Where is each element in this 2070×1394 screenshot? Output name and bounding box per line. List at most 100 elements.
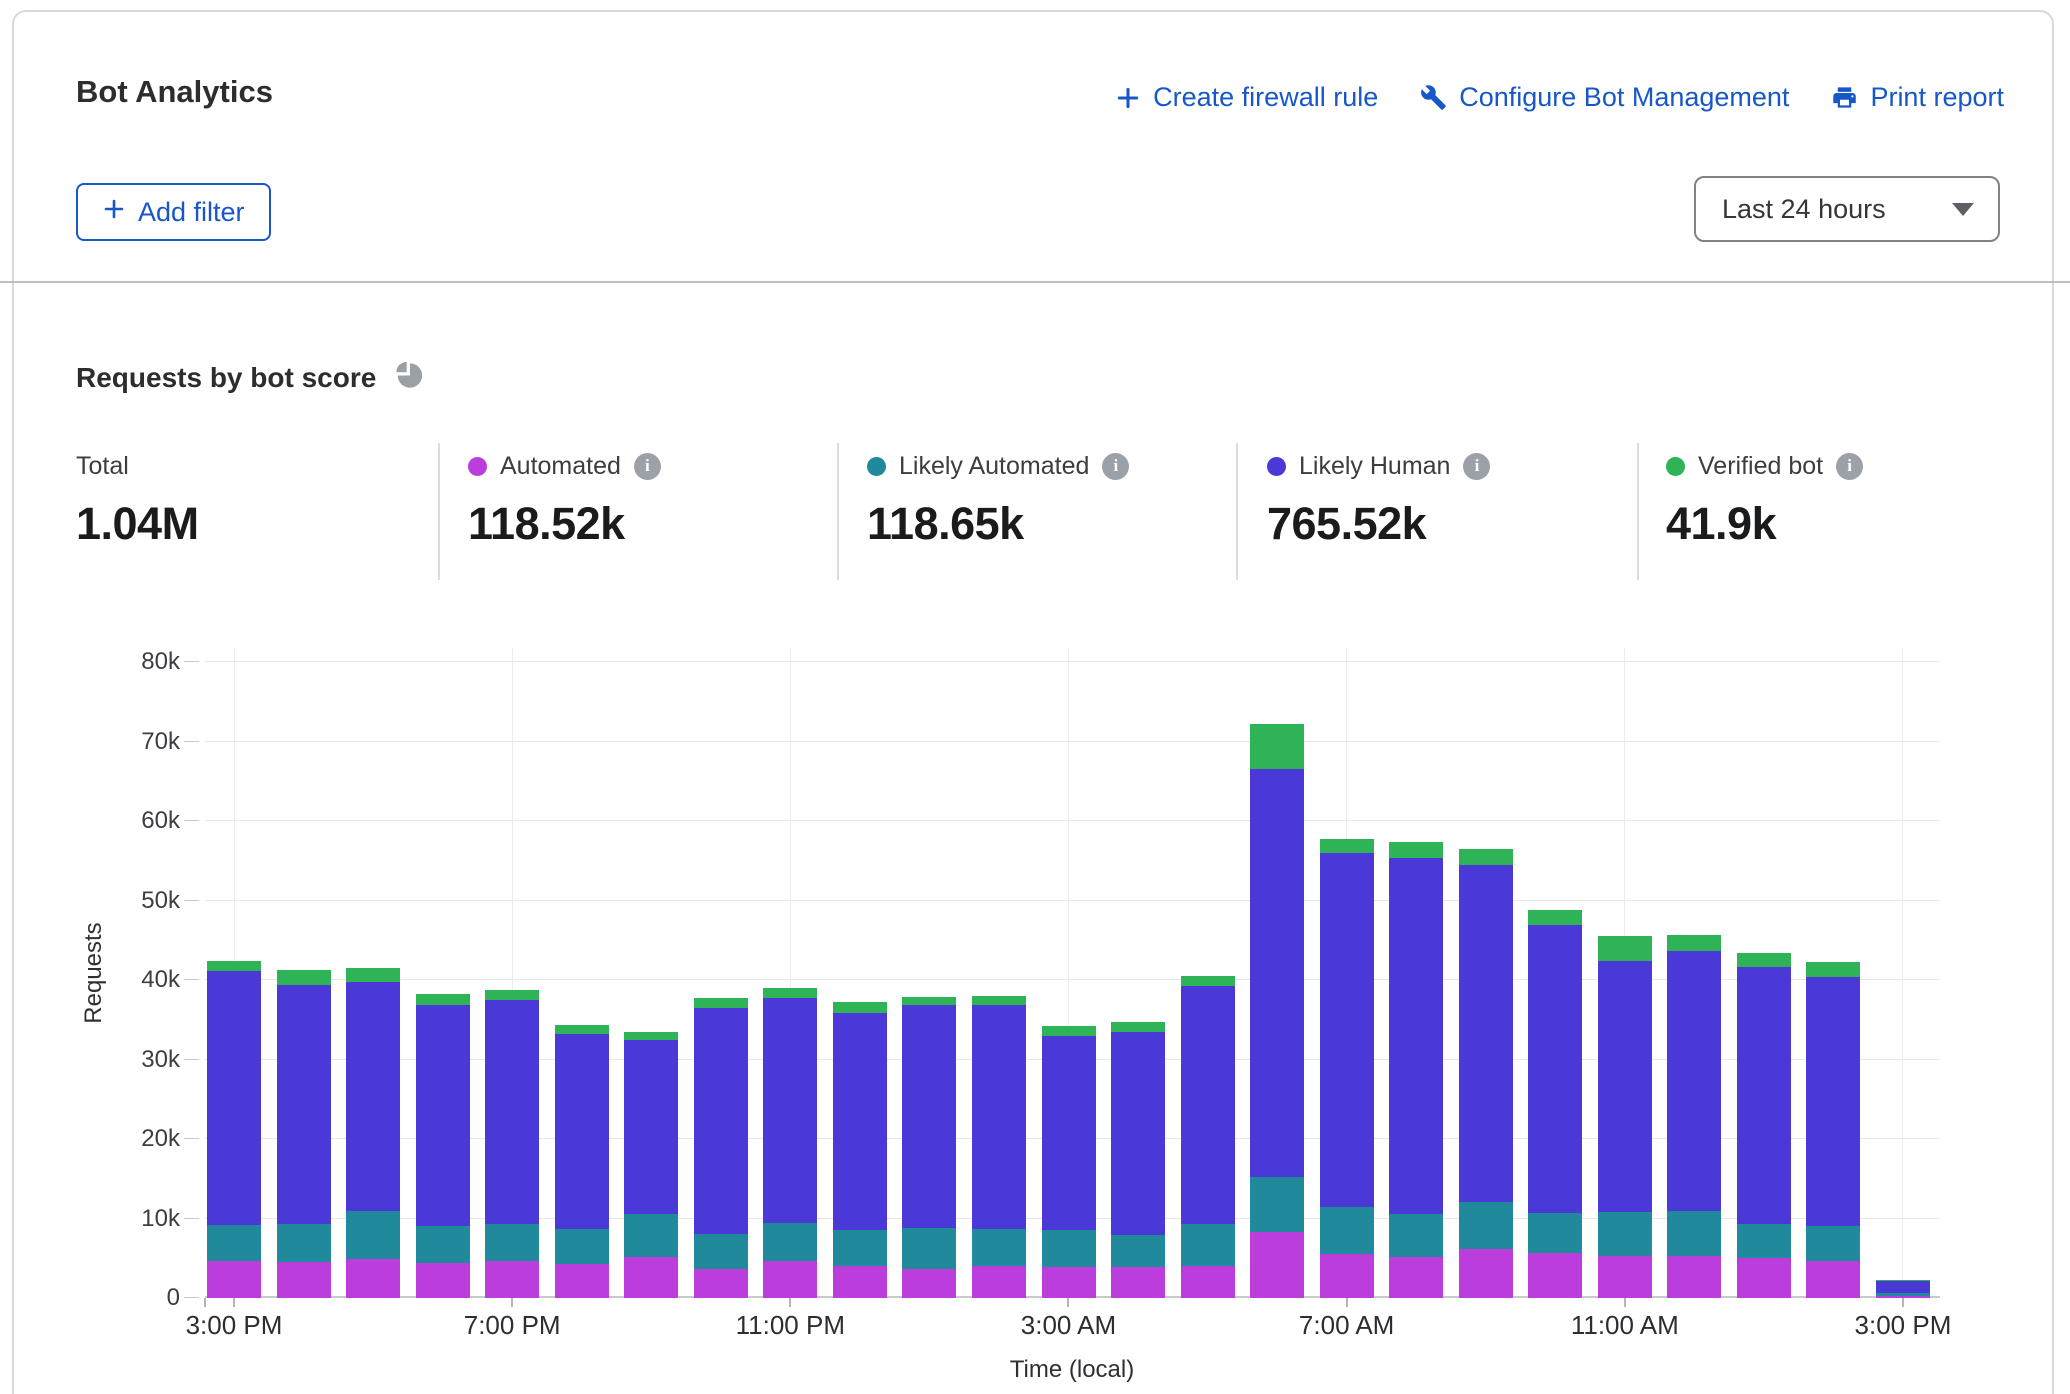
bar-segment-likely-automated[interactable] <box>1876 1293 1930 1296</box>
bar-segment-verified-bot[interactable] <box>1598 936 1652 961</box>
bar-segment-likely-human[interactable] <box>207 971 261 1225</box>
bar-segment-likely-automated[interactable] <box>555 1229 609 1264</box>
bar-segment-verified-bot[interactable] <box>346 968 400 982</box>
bar-stack-8-00-pm[interactable] <box>555 648 609 1298</box>
bar-stack-10-00-am[interactable] <box>1528 648 1582 1298</box>
bar-segment-likely-human[interactable] <box>555 1034 609 1229</box>
bar-stack-5-00-pm[interactable] <box>346 648 400 1298</box>
bar-stack-2-00-am[interactable] <box>972 648 1026 1298</box>
bar-segment-likely-human[interactable] <box>1876 1281 1930 1294</box>
bar-segment-likely-automated[interactable] <box>1389 1214 1443 1257</box>
bar-segment-likely-automated[interactable] <box>1737 1224 1791 1258</box>
configure-bot-management-link[interactable]: Configure Bot Management <box>1420 82 1789 113</box>
bar-segment-verified-bot[interactable] <box>1737 953 1791 967</box>
bar-segment-verified-bot[interactable] <box>972 996 1026 1005</box>
bar-segment-likely-automated[interactable] <box>1250 1177 1304 1232</box>
bar-segment-likely-human[interactable] <box>833 1013 887 1230</box>
bar-stack-9-00-am[interactable] <box>1459 648 1513 1298</box>
bar-segment-automated[interactable] <box>485 1261 539 1298</box>
info-icon[interactable]: i <box>1836 453 1863 480</box>
bar-segment-automated[interactable] <box>694 1269 748 1298</box>
bar-segment-likely-human[interactable] <box>972 1005 1026 1229</box>
bar-segment-automated[interactable] <box>1389 1257 1443 1298</box>
bar-segment-likely-automated[interactable] <box>694 1234 748 1268</box>
bar-segment-likely-human[interactable] <box>1181 986 1235 1225</box>
bar-segment-automated[interactable] <box>1250 1232 1304 1298</box>
bar-segment-automated[interactable] <box>346 1259 400 1298</box>
bar-segment-verified-bot[interactable] <box>902 997 956 1006</box>
bar-stack-6-00-pm[interactable] <box>416 648 470 1298</box>
bar-segment-likely-automated[interactable] <box>1806 1226 1860 1261</box>
bar-segment-likely-automated[interactable] <box>277 1224 331 1262</box>
bar-segment-likely-human[interactable] <box>1111 1032 1165 1236</box>
bar-segment-likely-automated[interactable] <box>485 1224 539 1261</box>
bar-segment-automated[interactable] <box>833 1266 887 1298</box>
bar-stack-5-00-am[interactable] <box>1181 648 1235 1298</box>
bar-segment-likely-human[interactable] <box>346 982 400 1211</box>
bar-segment-automated[interactable] <box>1320 1254 1374 1298</box>
bar-segment-automated[interactable] <box>902 1269 956 1298</box>
bar-segment-verified-bot[interactable] <box>1667 935 1721 951</box>
bar-stack-4-00-pm[interactable] <box>277 648 331 1298</box>
bar-segment-verified-bot[interactable] <box>833 1002 887 1012</box>
create-firewall-rule-link[interactable]: Create firewall rule <box>1115 82 1378 113</box>
bar-stack-2-00-pm[interactable] <box>1806 648 1860 1298</box>
bar-stack-3-00-pm[interactable] <box>207 648 261 1298</box>
bar-segment-automated[interactable] <box>624 1257 678 1298</box>
bar-segment-likely-automated[interactable] <box>1528 1213 1582 1254</box>
bar-segment-automated[interactable] <box>207 1261 261 1298</box>
bar-segment-likely-automated[interactable] <box>624 1214 678 1257</box>
bar-segment-automated[interactable] <box>1598 1256 1652 1298</box>
bar-segment-verified-bot[interactable] <box>416 994 470 1006</box>
bar-segment-likely-human[interactable] <box>694 1008 748 1235</box>
bar-segment-verified-bot[interactable] <box>485 990 539 1000</box>
bar-segment-likely-automated[interactable] <box>902 1228 956 1269</box>
bar-stack-6-00-am[interactable] <box>1250 648 1304 1298</box>
bar-stack-1-00-am[interactable] <box>902 648 956 1298</box>
bar-segment-verified-bot[interactable] <box>1320 839 1374 853</box>
bar-segment-likely-human[interactable] <box>763 998 817 1223</box>
bar-segment-automated[interactable] <box>1876 1296 1930 1298</box>
bar-segment-automated[interactable] <box>1528 1253 1582 1298</box>
bar-segment-likely-human[interactable] <box>1389 858 1443 1213</box>
bar-stack-3-00-pm[interactable] <box>1876 648 1930 1298</box>
bar-segment-likely-automated[interactable] <box>1598 1212 1652 1256</box>
bar-segment-likely-human[interactable] <box>1042 1036 1096 1229</box>
bar-segment-verified-bot[interactable] <box>1111 1022 1165 1032</box>
bar-segment-likely-automated[interactable] <box>1459 1202 1513 1249</box>
bar-segment-likely-automated[interactable] <box>207 1225 261 1262</box>
bar-segment-verified-bot[interactable] <box>1042 1026 1096 1036</box>
bar-segment-verified-bot[interactable] <box>277 970 331 984</box>
bar-segment-likely-automated[interactable] <box>972 1229 1026 1266</box>
bar-segment-likely-automated[interactable] <box>1320 1207 1374 1254</box>
bar-stack-11-00-am[interactable] <box>1598 648 1652 1298</box>
bar-stack-7-00-am[interactable] <box>1320 648 1374 1298</box>
bar-stack-12-00-pm[interactable] <box>1667 648 1721 1298</box>
bar-segment-verified-bot[interactable] <box>1806 962 1860 977</box>
bar-segment-likely-human[interactable] <box>902 1005 956 1228</box>
bar-segment-likely-human[interactable] <box>1528 925 1582 1213</box>
bar-segment-verified-bot[interactable] <box>1459 849 1513 865</box>
bar-segment-likely-human[interactable] <box>1598 961 1652 1212</box>
bar-segment-verified-bot[interactable] <box>1528 910 1582 925</box>
bar-segment-likely-automated[interactable] <box>763 1223 817 1261</box>
bar-segment-verified-bot[interactable] <box>1876 1280 1930 1281</box>
bar-segment-verified-bot[interactable] <box>763 988 817 998</box>
bar-stack-4-00-am[interactable] <box>1111 648 1165 1298</box>
bar-segment-automated[interactable] <box>1459 1249 1513 1298</box>
bar-segment-automated[interactable] <box>416 1263 470 1298</box>
bar-segment-likely-automated[interactable] <box>833 1230 887 1267</box>
bar-segment-automated[interactable] <box>763 1261 817 1298</box>
bar-stack-7-00-pm[interactable] <box>485 648 539 1298</box>
print-report-link[interactable]: Print report <box>1831 82 2004 113</box>
bar-segment-automated[interactable] <box>1181 1266 1235 1298</box>
bar-stack-12-00-am[interactable] <box>833 648 887 1298</box>
bar-segment-likely-human[interactable] <box>416 1005 470 1226</box>
bar-segment-likely-automated[interactable] <box>346 1211 400 1260</box>
bar-segment-likely-automated[interactable] <box>416 1226 470 1263</box>
bar-segment-likely-human[interactable] <box>1320 853 1374 1208</box>
bar-segment-automated[interactable] <box>1806 1261 1860 1298</box>
bar-segment-likely-human[interactable] <box>277 985 331 1224</box>
bar-stack-10-00-pm[interactable] <box>694 648 748 1298</box>
bar-segment-likely-human[interactable] <box>1737 967 1791 1224</box>
